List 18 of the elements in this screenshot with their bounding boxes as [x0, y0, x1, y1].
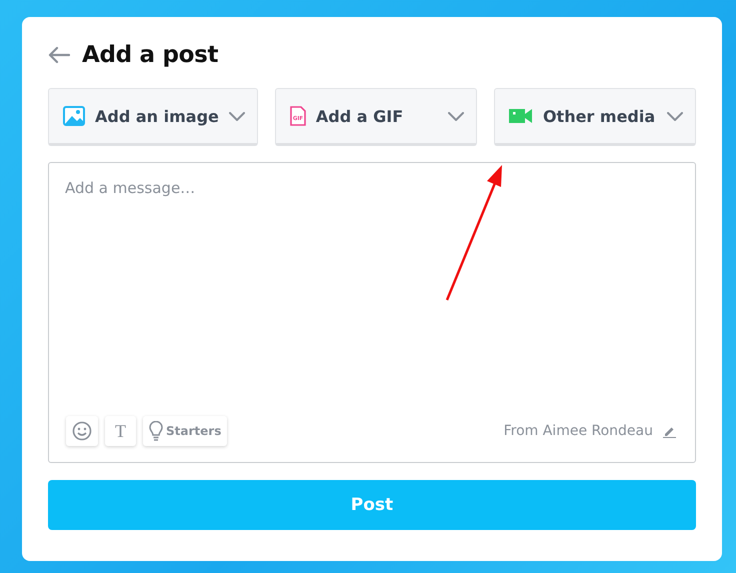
- media-dropdown-button[interactable]: Add an image: [48, 88, 258, 146]
- media-dropdown-button[interactable]: Other media: [494, 88, 696, 146]
- text-format-button[interactable]: T: [105, 416, 136, 446]
- message-field[interactable]: Add a message… T Starters From Aimee Rondeau: [48, 162, 696, 463]
- image-icon: [63, 106, 85, 126]
- pencil-icon[interactable]: [663, 424, 676, 438]
- author-text: From Aimee Rondeau: [504, 423, 653, 439]
- chevron-down-icon: [448, 112, 464, 120]
- back-arrow-icon[interactable]: [48, 46, 70, 64]
- chevron-down-icon: [228, 112, 245, 120]
- page-title: Add a post: [82, 42, 218, 68]
- smiley-icon: [72, 421, 92, 441]
- lightbulb-icon: [149, 421, 163, 441]
- chevron-down-icon: [667, 112, 683, 120]
- post-button[interactable]: Post: [48, 480, 696, 530]
- video-camera-icon: [508, 108, 533, 124]
- emoji-button[interactable]: [66, 416, 98, 446]
- starters-button[interactable]: Starters: [143, 416, 228, 446]
